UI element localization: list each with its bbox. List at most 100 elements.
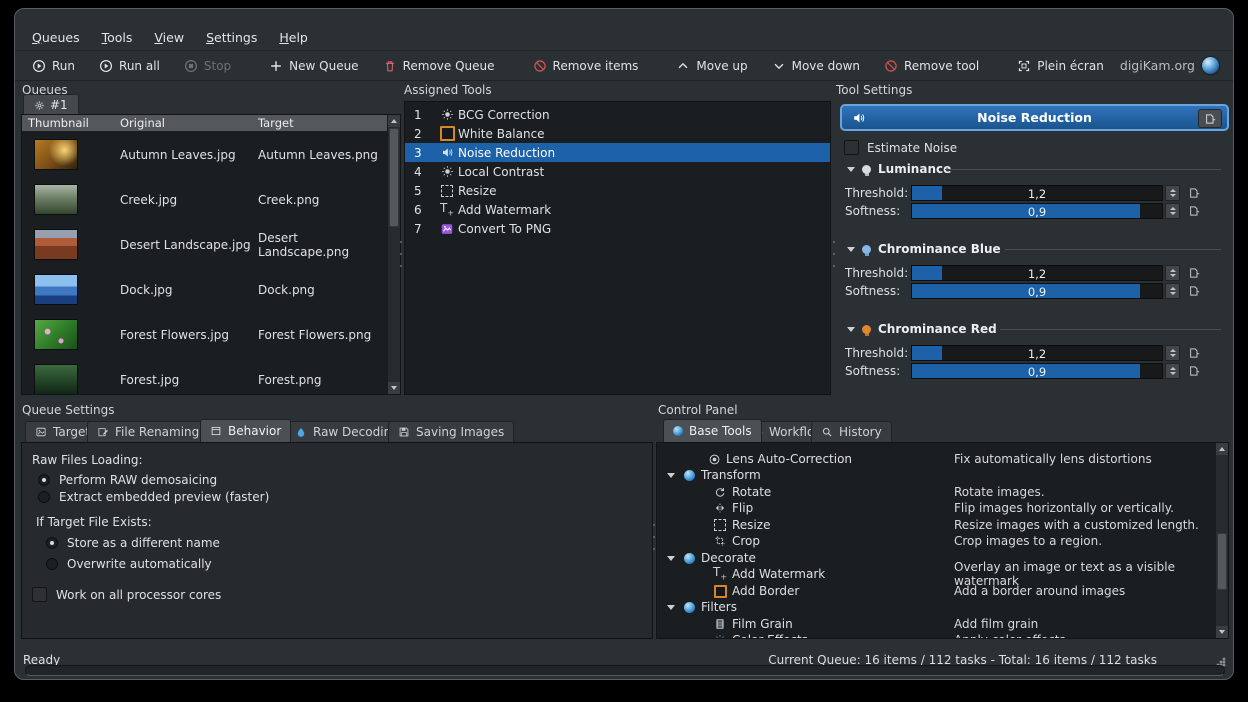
checkbox-icon[interactable] (32, 587, 47, 602)
list-item[interactable]: 5 Resize (405, 181, 830, 200)
softness-spinbox[interactable] (1165, 283, 1180, 299)
tab-file-renaming[interactable]: File Renaming (87, 421, 209, 442)
tree-item[interactable]: T+Add WatermarkOverlay an image or text … (657, 566, 1215, 582)
chrominance-red-section-header[interactable]: Chrominance Red (847, 322, 997, 336)
queue-table-scrollbar[interactable] (387, 115, 400, 394)
run-all-button[interactable]: Run all (90, 55, 169, 77)
list-item[interactable]: 2 White Balance (405, 124, 830, 143)
expander-icon[interactable] (667, 605, 675, 610)
table-row[interactable]: Forest Flowers.jpg Forest Flowers.png (22, 312, 388, 357)
tree-item[interactable]: FlipFlip images horizontally or vertical… (657, 500, 1215, 516)
threshold-spinbox[interactable] (1165, 345, 1180, 361)
menu-help[interactable]: Help (270, 27, 317, 50)
radio-icon[interactable] (46, 537, 58, 549)
scrollbar-thumb[interactable] (1217, 533, 1227, 590)
move-down-button[interactable]: Move down (763, 55, 869, 77)
estimate-noise-row[interactable]: Estimate Noise (844, 140, 957, 155)
scroll-down-arrow[interactable] (1216, 626, 1228, 638)
threshold-spinbox[interactable] (1165, 265, 1180, 281)
scroll-down-arrow[interactable] (388, 382, 400, 394)
column-target[interactable]: Target (252, 115, 388, 131)
tree-item[interactable]: ResizeResize images with a customized le… (657, 517, 1215, 533)
tab-behavior[interactable]: Behavior (200, 419, 291, 442)
tree-item[interactable]: RotateRotate images. (657, 484, 1215, 500)
splitter-handle[interactable] (833, 241, 836, 267)
radio-icon[interactable] (46, 558, 58, 570)
softness-slider[interactable]: 0,9 (911, 203, 1163, 219)
scroll-up-arrow[interactable] (1216, 443, 1228, 455)
reset-threshold-button[interactable] (1188, 267, 1200, 279)
reset-softness-button[interactable] (1188, 365, 1200, 377)
threshold-spinbox[interactable] (1165, 185, 1180, 201)
softness-slider[interactable]: 0,9 (911, 363, 1163, 379)
tree-item[interactable]: Lens Auto-CorrectionFix automatically le… (657, 451, 1215, 467)
tab-history[interactable]: History (811, 421, 892, 442)
cell-original: Forest Flowers.jpg (120, 328, 229, 342)
collapse-arrow-icon[interactable] (847, 247, 855, 252)
run-button[interactable]: Run (23, 55, 84, 77)
remove-items-button[interactable]: Remove items (524, 55, 648, 77)
remove-tool-button[interactable]: Remove tool (875, 55, 988, 77)
column-original[interactable]: Original (114, 115, 252, 131)
splitter-handle[interactable] (652, 524, 655, 550)
reset-threshold-button[interactable] (1188, 347, 1200, 359)
expander-icon[interactable] (667, 556, 675, 561)
stop-button[interactable]: Stop (175, 55, 240, 77)
tree-item[interactable]: Color EffectsApply color effects (657, 632, 1215, 639)
tree-scrollbar[interactable] (1215, 443, 1228, 638)
list-item[interactable]: 4 Local Contrast (405, 162, 830, 181)
softness-slider[interactable]: 0,9 (911, 283, 1163, 299)
menu-tools[interactable]: Tools (93, 27, 142, 50)
tab-base-tools[interactable]: Base Tools (663, 419, 762, 442)
radio-overwrite-automatically[interactable]: Overwrite automatically (46, 557, 212, 571)
chrominance-blue-section-header[interactable]: Chrominance Blue (847, 242, 1001, 256)
reset-softness-button[interactable] (1188, 205, 1200, 217)
table-row[interactable]: Desert Landscape.jpg Desert Landscape.pn… (22, 222, 388, 267)
scroll-up-arrow[interactable] (388, 115, 400, 127)
move-up-button[interactable]: Move up (667, 55, 756, 77)
menu-view[interactable]: View (145, 27, 193, 50)
softness-spinbox[interactable] (1165, 203, 1180, 219)
splitter-handle[interactable] (400, 241, 403, 267)
threshold-slider[interactable]: 1,2 (911, 185, 1163, 201)
collapse-arrow-icon[interactable] (847, 167, 855, 172)
scrollbar-thumb[interactable] (389, 128, 399, 227)
menu-settings[interactable]: Settings (197, 27, 266, 50)
table-row[interactable]: Dock.jpg Dock.png (22, 267, 388, 312)
expander-icon[interactable] (667, 473, 675, 478)
list-item[interactable]: 6 T+ Add Watermark (405, 200, 830, 219)
tree-item[interactable]: CropCrop images to a region. (657, 533, 1215, 549)
menu-queues[interactable]: Queues (23, 27, 89, 50)
radio-icon[interactable] (38, 491, 50, 503)
radio-store-different-name[interactable]: Store as a different name (46, 536, 220, 550)
tab-saving-images[interactable]: Saving Images (388, 421, 514, 442)
luminance-section-header[interactable]: Luminance (847, 162, 951, 176)
fullscreen-button[interactable]: Plein écran (1008, 55, 1113, 77)
estimate-noise-checkbox[interactable] (844, 140, 859, 155)
list-item[interactable]: 1 BCG Correction (405, 105, 830, 124)
threshold-slider[interactable]: 1,2 (911, 345, 1163, 361)
collapse-arrow-icon[interactable] (847, 327, 855, 332)
softness-spinbox[interactable] (1165, 363, 1180, 379)
tree-group[interactable]: Transform (657, 467, 1215, 483)
new-queue-button[interactable]: New Queue (260, 55, 367, 77)
column-thumbnail[interactable]: Thumbnail (22, 115, 114, 131)
tree-item[interactable]: Add BorderAdd a border around images (657, 583, 1215, 599)
reset-threshold-button[interactable] (1188, 187, 1200, 199)
table-row[interactable]: Creek.jpg Creek.png (22, 177, 388, 222)
radio-icon[interactable] (38, 474, 50, 486)
threshold-slider[interactable]: 1,2 (911, 265, 1163, 281)
remove-queue-button[interactable]: Remove Queue (374, 55, 504, 77)
table-row[interactable]: Forest.jpg Forest.png (22, 357, 388, 395)
reset-softness-button[interactable] (1188, 285, 1200, 297)
checkbox-work-all-cores[interactable]: Work on all processor cores (32, 587, 221, 602)
reset-tool-settings-button[interactable] (1198, 109, 1222, 128)
table-row[interactable]: Autumn Leaves.jpg Autumn Leaves.png (22, 132, 388, 177)
list-item[interactable]: 7 Convert To PNG (405, 219, 830, 238)
list-item-selected[interactable]: 3 Noise Reduction (405, 143, 830, 162)
tree-item[interactable]: Film GrainAdd film grain (657, 616, 1215, 632)
queue-tab-1[interactable]: #1 (23, 94, 79, 115)
radio-perform-raw-demosaicing[interactable]: Perform RAW demosaicing (38, 473, 217, 487)
tree-group[interactable]: Filters (657, 599, 1215, 615)
radio-extract-embedded-preview[interactable]: Extract embedded preview (faster) (38, 490, 269, 504)
